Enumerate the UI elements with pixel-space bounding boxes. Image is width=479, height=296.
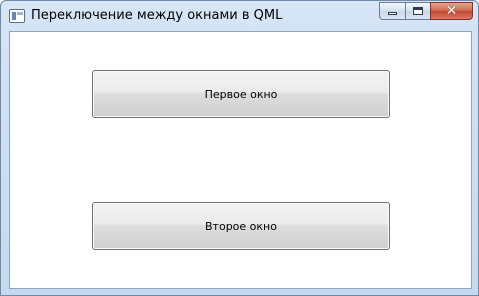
window-controls: ✕ bbox=[379, 2, 473, 20]
window-title: Переключение между окнами в QML bbox=[31, 8, 283, 23]
first-window-button-label: Первое окно bbox=[204, 87, 278, 101]
second-window-button[interactable]: Второе окно bbox=[92, 202, 390, 250]
title-bar[interactable]: Переключение между окнами в QML ✕ bbox=[1, 1, 478, 31]
app-icon[interactable] bbox=[9, 9, 25, 23]
close-icon: ✕ bbox=[445, 3, 458, 19]
maximize-button[interactable] bbox=[405, 2, 430, 20]
second-window-button-label: Второе окно bbox=[205, 219, 277, 233]
minimize-button[interactable] bbox=[379, 2, 405, 20]
maximize-icon bbox=[413, 7, 423, 15]
minimize-icon bbox=[388, 12, 397, 15]
close-button[interactable]: ✕ bbox=[430, 2, 473, 20]
client-area: Первое окно Второе окно bbox=[9, 31, 472, 289]
qml-window: Переключение между окнами в QML ✕ Первое… bbox=[0, 0, 479, 296]
first-window-button[interactable]: Первое окно bbox=[92, 70, 390, 118]
